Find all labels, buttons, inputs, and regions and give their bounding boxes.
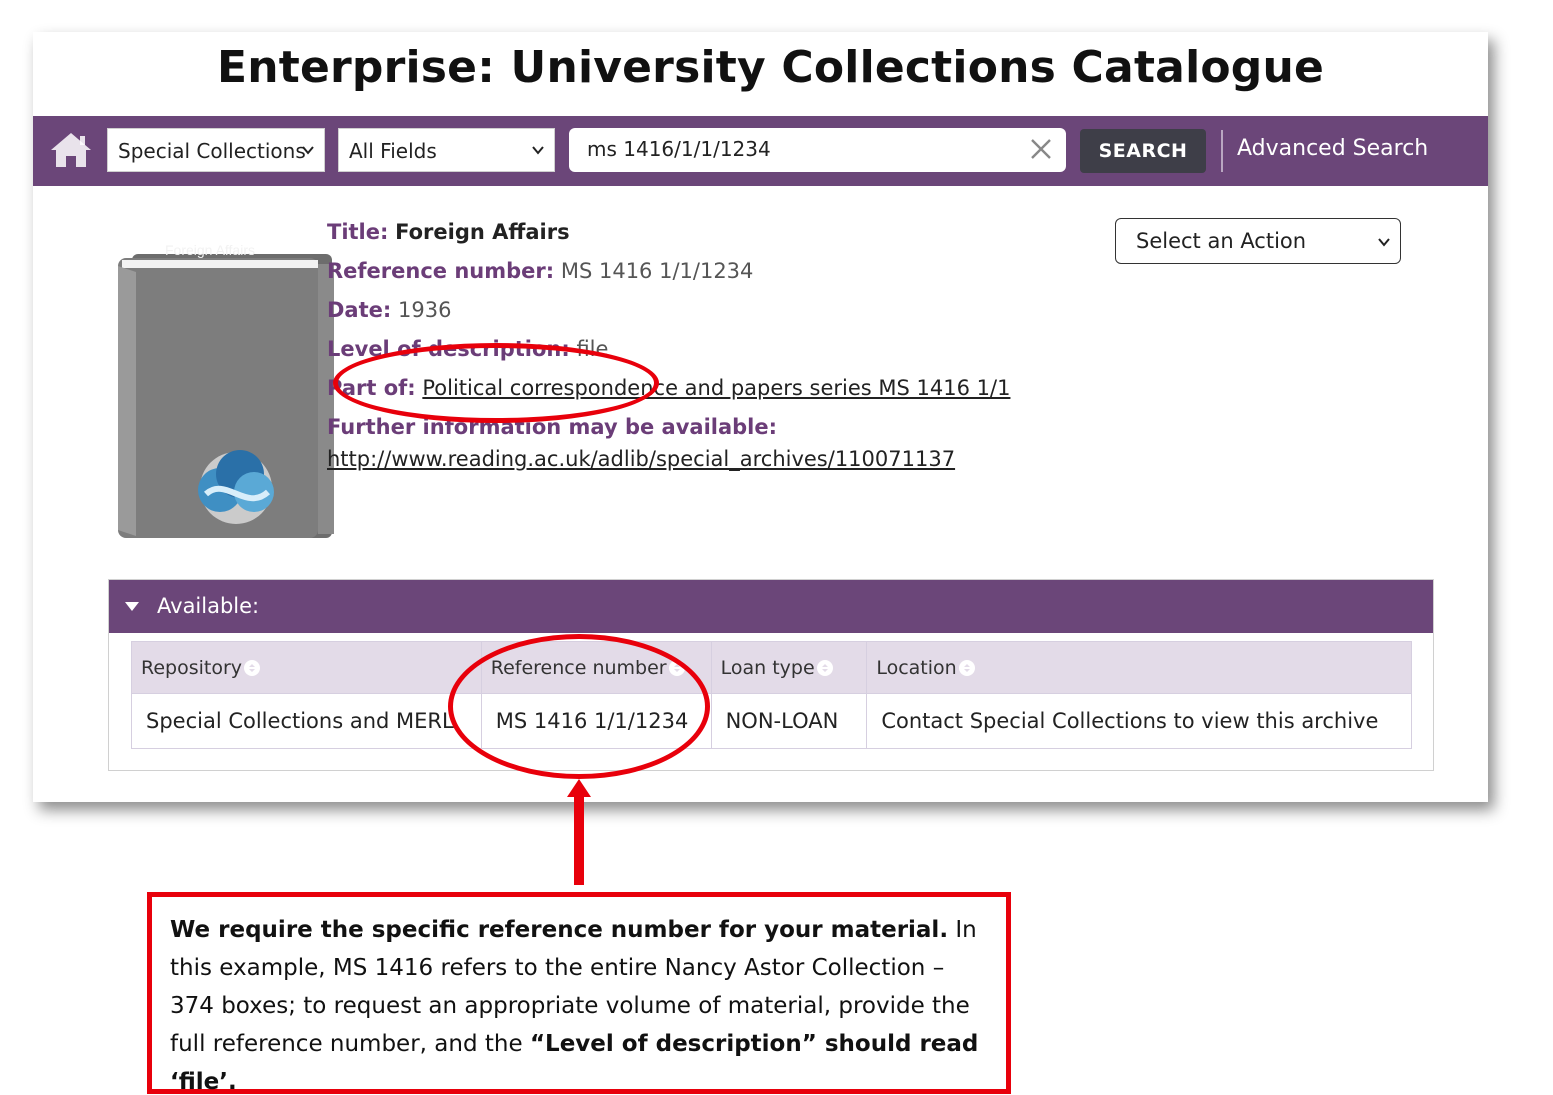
search-input-value: ms 1416/1/1/1234 — [587, 137, 771, 161]
page: Enterprise: University Collections Catal… — [0, 0, 1553, 1095]
search-input[interactable]: ms 1416/1/1/1234 — [569, 128, 1066, 172]
search-navbar: Special Collections All Fields ms 1416/1… — [33, 116, 1488, 186]
column-header-repository[interactable]: Repository — [131, 641, 482, 694]
availability-table: Repository Reference number Loan type Lo… — [131, 641, 1412, 749]
column-label: Repository — [141, 656, 243, 679]
collection-select-value: Special Collections — [118, 139, 306, 163]
chevron-down-icon — [1378, 238, 1390, 247]
availability-header[interactable]: Available: — [109, 580, 1433, 633]
loan-type-cell: NON-LOAN — [710, 693, 868, 749]
advanced-search-link[interactable]: Advanced Search — [1237, 136, 1428, 161]
sort-icon — [816, 659, 833, 676]
annotation-note: We require the specific reference number… — [147, 892, 1011, 1095]
date-value: 1936 — [397, 298, 452, 322]
nav-divider — [1221, 130, 1223, 172]
reference-label: Reference number: — [327, 259, 555, 283]
further-info-link[interactable]: http://www.reading.ac.uk/adlib/special_a… — [327, 447, 955, 471]
chevron-down-icon — [532, 146, 544, 155]
book-cover-title: Foreign Affairs — [164, 242, 255, 258]
location-cell: Contact Special Collections to view this… — [866, 693, 1412, 749]
further-info-link-row: http://www.reading.ac.uk/adlib/special_a… — [327, 447, 955, 471]
availability-heading: Available: — [157, 594, 260, 618]
title-row: Title: Foreign Affairs — [327, 220, 570, 244]
field-select[interactable]: All Fields — [338, 128, 555, 172]
title-label: Title: — [327, 220, 389, 244]
home-icon[interactable] — [49, 130, 93, 170]
table-row: Special Collections and MERL MS 1416 1/1… — [131, 693, 1412, 749]
availability-panel: Available: Repository Reference number L… — [108, 579, 1434, 771]
caret-down-icon — [125, 602, 139, 611]
table-header-row: Repository Reference number Loan type Lo… — [131, 641, 1412, 694]
title-value: Foreign Affairs — [395, 220, 570, 244]
search-button[interactable]: SEARCH — [1080, 129, 1206, 173]
note-lead: We require the specific reference number… — [170, 917, 949, 943]
book-cover-icon — [118, 254, 334, 538]
date-row: Date: 1936 — [327, 298, 451, 322]
reference-highlight-ellipse — [448, 634, 710, 779]
reference-value: MS 1416 1/1/1234 — [560, 259, 754, 283]
column-header-loan-type[interactable]: Loan type — [710, 641, 868, 694]
arrow-up-icon — [567, 779, 591, 885]
level-highlight-ellipse — [333, 343, 659, 423]
collection-select[interactable]: Special Collections — [107, 128, 325, 172]
reference-row: Reference number: MS 1416 1/1/1234 — [327, 259, 753, 283]
action-select-value: Select an Action — [1136, 229, 1307, 253]
sort-icon — [958, 659, 975, 676]
column-label: Location — [876, 656, 957, 679]
page-title: Enterprise: University Collections Catal… — [216, 42, 1325, 93]
close-icon[interactable] — [1028, 136, 1054, 162]
column-label: Loan type — [720, 656, 815, 679]
date-label: Date: — [327, 298, 392, 322]
column-header-location[interactable]: Location — [866, 641, 1412, 694]
repository-cell: Special Collections and MERL — [131, 693, 482, 749]
sort-icon — [244, 659, 261, 676]
chevron-down-icon — [302, 146, 314, 155]
field-select-value: All Fields — [349, 139, 437, 163]
action-select[interactable]: Select an Action — [1115, 218, 1401, 264]
